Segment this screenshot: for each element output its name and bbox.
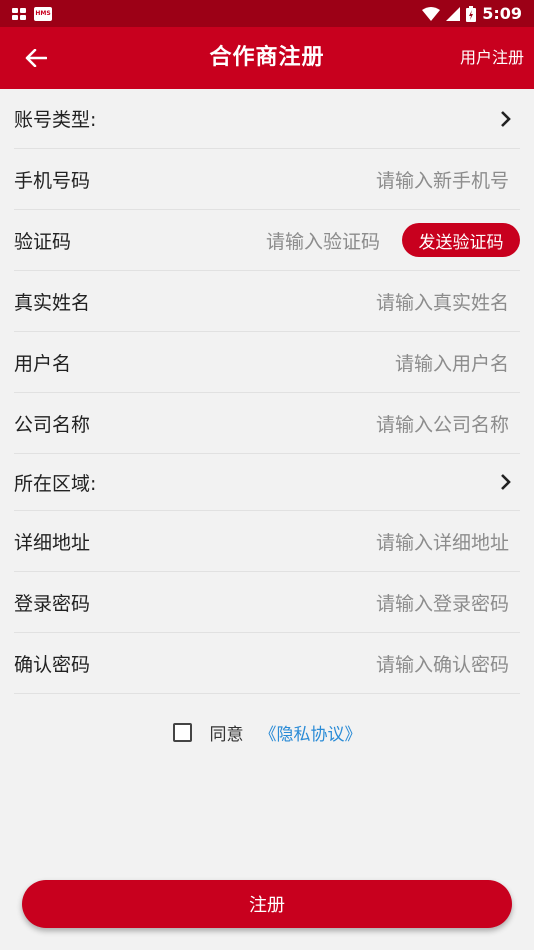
- phone-row: 手机号码 请输入新手机号: [14, 149, 520, 210]
- agree-checkbox[interactable]: [172, 722, 192, 742]
- region-label: 所在区域:: [14, 472, 97, 495]
- agreement-row: 同意 《隐私协议》: [0, 718, 534, 746]
- app-bar: 合作商注册 用户注册: [0, 27, 534, 89]
- chevron-right-icon: [501, 110, 511, 127]
- register-button[interactable]: 注册: [22, 880, 512, 928]
- real-name-row: 真实姓名 请输入真实姓名: [14, 271, 520, 332]
- confirm-password-row: 确认密码 请输入确认密码: [14, 633, 520, 694]
- hms-icon: HMS: [34, 6, 52, 21]
- address-label: 详细地址: [14, 531, 91, 554]
- account-type-label: 账号类型:: [14, 109, 97, 131]
- verify-code-label: 验证码: [14, 230, 72, 253]
- phone-input[interactable]: 请输入新手机号: [376, 166, 509, 193]
- arrow-left-icon: [25, 49, 47, 67]
- username-input[interactable]: 请输入用户名: [395, 349, 509, 376]
- back-button[interactable]: [20, 44, 52, 72]
- cell-signal-icon: [446, 6, 461, 21]
- company-input[interactable]: 请输入公司名称: [376, 410, 509, 437]
- chevron-right-icon: [501, 474, 511, 490]
- company-row: 公司名称 请输入公司名称: [14, 393, 520, 454]
- status-right: 5:09: [422, 4, 522, 23]
- region-row[interactable]: 所在区域:: [14, 454, 520, 511]
- status-left-icons: HMS: [12, 6, 52, 21]
- company-label: 公司名称: [14, 413, 91, 436]
- page-title: 合作商注册: [209, 45, 325, 70]
- wifi-icon: [422, 6, 441, 21]
- real-name-input[interactable]: 请输入真实姓名: [376, 288, 509, 315]
- registration-form: 账号类型: 手机号码 请输入新手机号 验证码 请输入验证码 发送验证码 真实姓名…: [14, 89, 520, 694]
- privacy-link[interactable]: 《隐私协议》: [260, 720, 362, 745]
- send-code-button[interactable]: 发送验证码: [402, 223, 520, 257]
- real-name-label: 真实姓名: [14, 291, 91, 314]
- battery-icon: [466, 5, 477, 22]
- password-row: 登录密码 请输入登录密码: [14, 572, 520, 633]
- verify-code-input[interactable]: 请输入验证码: [266, 227, 380, 254]
- confirm-password-label: 确认密码: [14, 653, 91, 676]
- verify-code-row: 验证码 请输入验证码 发送验证码: [14, 210, 520, 271]
- status-time: 5:09: [482, 4, 522, 23]
- phone-label: 手机号码: [14, 169, 91, 192]
- confirm-password-input[interactable]: 请输入确认密码: [376, 650, 509, 677]
- address-row: 详细地址 请输入详细地址: [14, 511, 520, 572]
- account-type-row[interactable]: 账号类型:: [14, 89, 520, 149]
- address-input[interactable]: 请输入详细地址: [376, 528, 509, 555]
- username-label: 用户名: [14, 352, 72, 375]
- status-bar: HMS 5:09: [0, 0, 534, 27]
- password-label: 登录密码: [14, 592, 91, 615]
- password-input[interactable]: 请输入登录密码: [376, 589, 509, 616]
- username-row: 用户名 请输入用户名: [14, 332, 520, 393]
- agree-label: 同意: [209, 724, 244, 745]
- grid-icon: [12, 7, 26, 20]
- user-register-link[interactable]: 用户注册: [460, 27, 524, 89]
